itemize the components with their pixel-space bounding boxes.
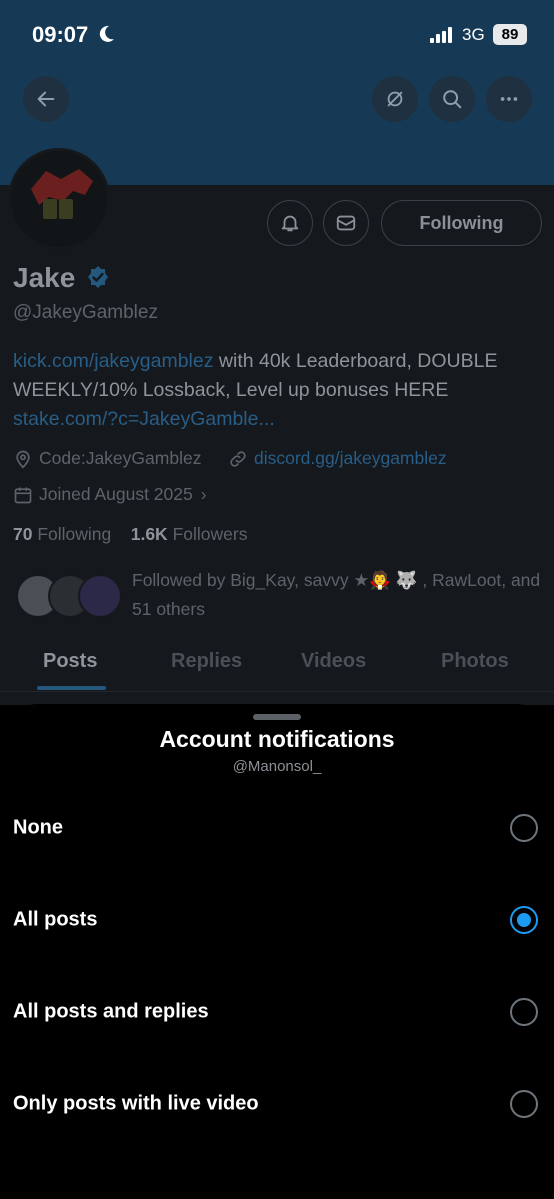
followed-by-avatars[interactable] (16, 574, 126, 620)
screen: 09:07 3G 89 Following Jake @JakeyGamblez… (0, 0, 554, 1199)
profile-handle: @JakeyGamblez (13, 302, 158, 323)
chevron-right-icon: › (200, 484, 207, 504)
notifications-sheet: Account notifications @Manonsol_ None Al… (0, 704, 554, 1199)
option-none[interactable]: None (0, 782, 554, 874)
tab-posts[interactable]: Posts (43, 650, 97, 673)
radio-none[interactable] (510, 814, 538, 842)
location-pin-icon (16, 450, 30, 469)
option-label: Only posts with live video (13, 1092, 259, 1115)
tab-photos[interactable]: Photos (441, 650, 509, 673)
followers-count-link[interactable]: 1.6K Followers (131, 524, 248, 544)
message-button[interactable] (323, 200, 369, 246)
mute-button[interactable] (372, 76, 418, 122)
bell-slash-icon (387, 91, 403, 107)
follow-counts: 70 Following 1.6K Followers (13, 524, 247, 545)
display-name: Jake (13, 262, 76, 293)
website-row[interactable]: discord.gg/jakeygamblez (228, 448, 447, 469)
verified-badge-icon (88, 266, 108, 288)
location-text: Code:JakeyGamblez (39, 448, 202, 468)
battery-indicator: 89 (493, 24, 527, 45)
link-icon (230, 450, 246, 467)
signal-icon (430, 27, 452, 43)
bell-icon (281, 215, 299, 232)
bio-link-stake[interactable]: stake.com/?c=JakeyGamble... (13, 408, 275, 430)
profile-avatar[interactable] (8, 148, 110, 250)
option-all-posts-and-replies[interactable]: All posts and replies (0, 966, 554, 1058)
tab-videos[interactable]: Videos (301, 650, 366, 673)
status-time: 09:07 (32, 22, 89, 47)
moon-icon (99, 25, 114, 42)
joined-text: Joined August 2025 (39, 484, 193, 504)
sheet-subtitle: @Manonsol_ (232, 758, 322, 775)
more-button[interactable] (486, 76, 532, 122)
profile-bio: kick.com/jakeygamblez with 40k Leaderboa… (13, 347, 543, 434)
network-label: 3G (462, 25, 485, 44)
following-count: 70 (13, 524, 33, 544)
radio-live-video[interactable] (510, 1090, 538, 1118)
option-label: All posts and replies (13, 1000, 209, 1023)
option-label: None (13, 816, 63, 839)
option-all-posts[interactable]: All posts (0, 874, 554, 966)
status-bar: 09:07 3G 89 (0, 0, 554, 70)
avatar (78, 574, 122, 618)
more-horizontal-icon (500, 97, 518, 101)
search-button[interactable] (429, 76, 475, 122)
calendar-icon (14, 487, 32, 503)
location-row: Code:JakeyGamblez (13, 448, 201, 469)
radio-all-posts[interactable] (510, 906, 538, 934)
following-button[interactable]: Following (381, 200, 542, 246)
joined-row[interactable]: Joined August 2025 › (13, 484, 207, 505)
website-link[interactable]: discord.gg/jakeygamblez (254, 448, 447, 469)
envelope-icon (336, 215, 356, 231)
bio-link-kick[interactable]: kick.com/jakeygamblez (13, 350, 213, 372)
sheet-title: Account notifications (159, 726, 395, 752)
following-label: Following (37, 524, 112, 544)
notifications-button[interactable] (267, 200, 313, 246)
arrow-left-icon (37, 91, 55, 107)
sheet-grabber[interactable] (253, 714, 301, 720)
option-live-video[interactable]: Only posts with live video (0, 1058, 554, 1150)
dragon-logo-icon (11, 151, 107, 247)
followed-by-text[interactable]: Followed by Big_Kay, savvy ★🧛 🐺 , RawLoo… (132, 566, 542, 624)
search-icon (443, 90, 462, 109)
back-button[interactable] (23, 76, 69, 122)
profile-body (0, 185, 554, 705)
option-label: All posts (13, 908, 98, 931)
following-count-link[interactable]: 70 Following (13, 524, 111, 544)
tab-replies[interactable]: Replies (171, 650, 242, 673)
followers-count: 1.6K (130, 524, 168, 544)
tab-indicator (37, 686, 106, 690)
radio-all-posts-and-replies[interactable] (510, 998, 538, 1026)
followers-label: Followers (172, 524, 248, 544)
profile-tabs: Posts Replies Videos Photos (0, 640, 554, 692)
